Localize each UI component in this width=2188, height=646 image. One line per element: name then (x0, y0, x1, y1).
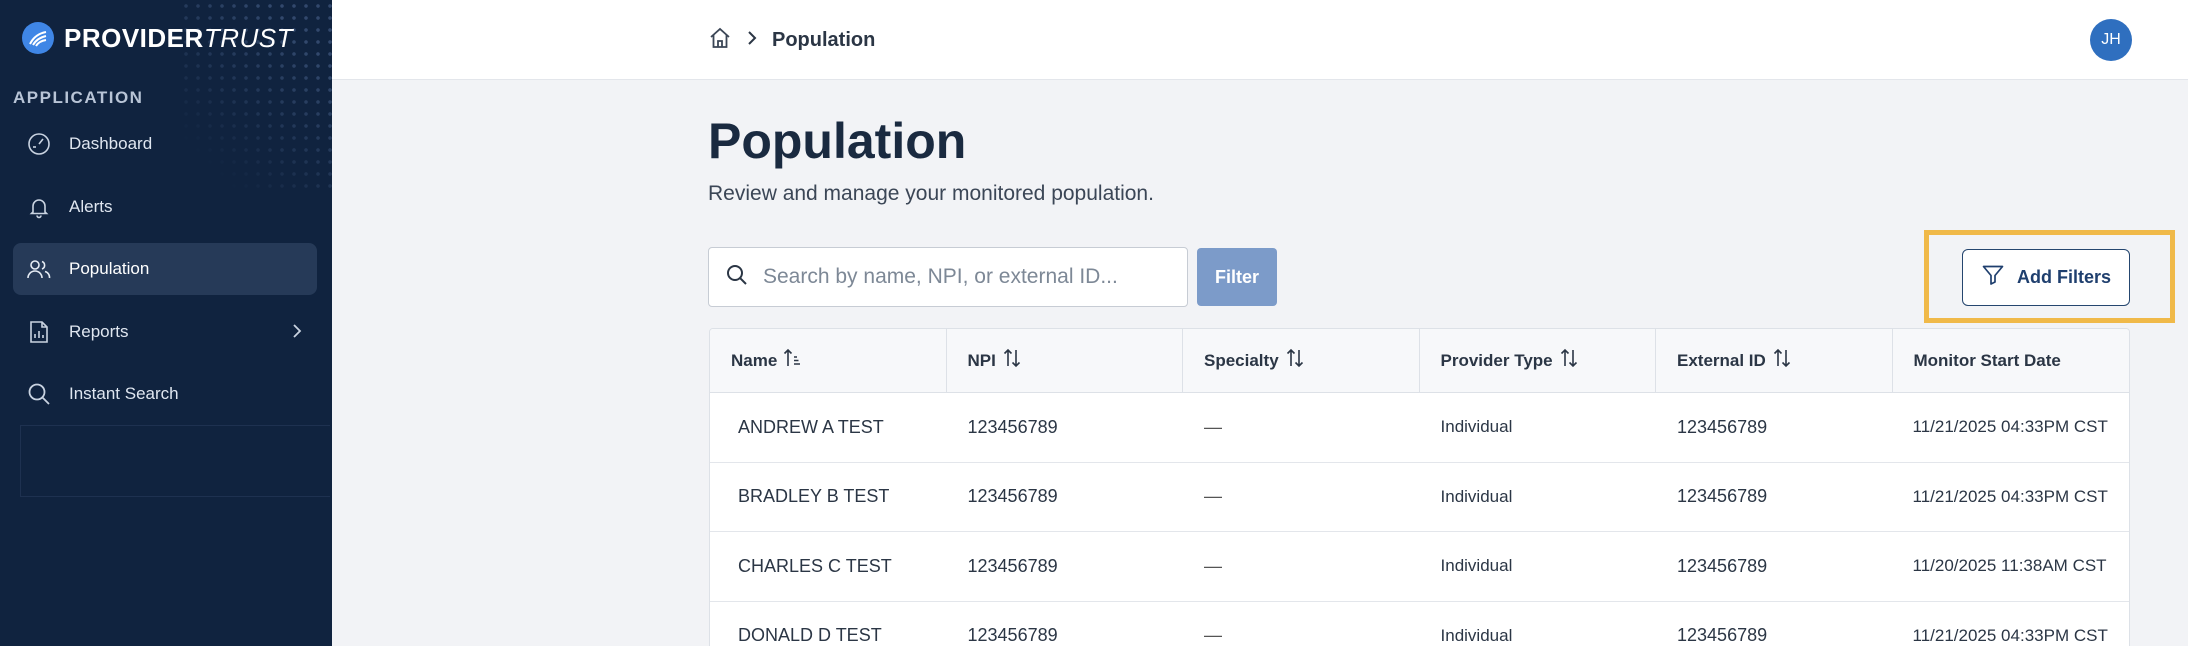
bell-icon (25, 193, 53, 221)
sidebar-empty-slot (20, 425, 330, 497)
brand-logo[interactable]: PROVIDERTRUST (22, 22, 293, 54)
sidebar-nav: Dashboard Alerts Population Reports Inst… (13, 118, 317, 431)
column-header-npi[interactable]: NPI (947, 329, 1183, 392)
add-filters-button[interactable]: Add Filters (1962, 249, 2130, 306)
users-icon (25, 255, 53, 283)
table-row[interactable]: DONALD D TEST 123456789 — Individual 123… (710, 602, 2129, 646)
column-header-name[interactable]: Name (710, 329, 947, 392)
cell-provider-type: Individual (1440, 625, 1513, 645)
cell-specialty: — (1204, 416, 1223, 437)
logo-mark-icon (22, 22, 54, 54)
column-label: Name (731, 350, 778, 370)
cell-provider-type: Individual (1440, 486, 1513, 506)
breadcrumb-current: Population (772, 29, 876, 51)
cell-npi: 123456789 (967, 625, 1058, 646)
column-label: Monitor Start Date (1913, 350, 2061, 370)
column-label: External ID (1677, 350, 1766, 370)
cell-external-id: 123456789 (1677, 486, 1768, 507)
funnel-icon (1981, 263, 2005, 292)
cell-name: ANDREW A TEST (738, 416, 884, 437)
cell-name: DONALD D TEST (738, 625, 882, 646)
cell-npi: 123456789 (967, 486, 1058, 507)
cell-specialty: — (1204, 486, 1223, 507)
column-header-monitor-start-date[interactable]: Monitor Start Date (1893, 329, 2130, 392)
sidebar: PROVIDERTRUST APPLICATION Dashboard Aler… (0, 0, 332, 646)
column-header-specialty[interactable]: Specialty (1183, 329, 1420, 392)
search-input[interactable] (763, 265, 1163, 289)
sort-icon[interactable] (1002, 348, 1022, 373)
sort-ascending-icon[interactable] (783, 348, 801, 373)
sort-icon[interactable] (1285, 348, 1305, 373)
report-icon (25, 318, 53, 346)
avatar[interactable]: JH (2090, 19, 2132, 61)
sidebar-item-population[interactable]: Population (13, 243, 317, 295)
chevron-right-icon (291, 322, 303, 345)
column-header-external-id[interactable]: External ID (1656, 329, 1893, 392)
population-table: Name NPI Specialty Provider Type Externa… (709, 328, 2130, 646)
table-row[interactable]: CHARLES C TEST 123456789 — Individual 12… (710, 532, 2129, 602)
sort-icon[interactable] (1772, 348, 1792, 373)
cell-external-id: 123456789 (1677, 555, 1768, 576)
sidebar-item-alerts[interactable]: Alerts (13, 181, 317, 233)
sidebar-section-label: APPLICATION (13, 88, 144, 107)
sidebar-item-dashboard[interactable]: Dashboard (13, 118, 317, 170)
top-bar: Population JH (332, 0, 2188, 80)
brand-name: PROVIDERTRUST (64, 23, 293, 54)
column-label: Provider Type (1440, 350, 1553, 370)
table-row[interactable]: BRADLEY B TEST 123456789 — Individual 12… (710, 463, 2129, 532)
cell-monitor-start-date: 11/21/2025 04:33PM CST (1912, 417, 2108, 437)
table-row[interactable]: ANDREW A TEST 123456789 — Individual 123… (710, 393, 2129, 463)
breadcrumb: Population (708, 26, 875, 55)
cell-name: BRADLEY B TEST (738, 486, 890, 507)
cell-monitor-start-date: 11/21/2025 04:33PM CST (1912, 625, 2108, 645)
sidebar-item-label: Instant Search (69, 384, 179, 403)
sidebar-item-label: Population (69, 259, 150, 278)
sidebar-item-label: Reports (69, 321, 129, 341)
sort-icon[interactable] (1559, 348, 1579, 373)
search-icon (25, 380, 53, 408)
page-subtitle: Review and manage your monitored populat… (708, 182, 1154, 205)
home-icon[interactable] (708, 26, 732, 55)
dashboard-icon (25, 130, 53, 158)
filter-button[interactable]: Filter (1197, 248, 1277, 306)
chevron-right-icon (746, 29, 758, 52)
search-icon (725, 263, 749, 292)
table-header: Name NPI Specialty Provider Type Externa… (710, 329, 2129, 393)
cell-provider-type: Individual (1440, 417, 1513, 437)
add-filters-label: Add Filters (2016, 267, 2111, 287)
sidebar-item-label: Alerts (69, 196, 113, 216)
brand-name-bold: PROVIDER (64, 22, 204, 53)
column-label: NPI (967, 350, 996, 370)
sidebar-item-instant-search[interactable]: Instant Search (13, 368, 317, 420)
cell-provider-type: Individual (1440, 556, 1513, 576)
search-box (708, 247, 1188, 307)
cell-npi: 123456789 (967, 416, 1058, 437)
cell-external-id: 123456789 (1677, 625, 1768, 646)
brand-name-italic: TRUST (203, 22, 293, 53)
cell-name: CHARLES C TEST (738, 555, 892, 576)
cell-monitor-start-date: 11/21/2025 04:33PM CST (1912, 486, 2108, 506)
cell-monitor-start-date: 11/20/2025 11:38AM CST (1912, 556, 2107, 576)
cell-npi: 123456789 (967, 555, 1058, 576)
sidebar-item-label: Dashboard (69, 134, 153, 153)
cell-specialty: — (1204, 625, 1223, 646)
cell-external-id: 123456789 (1677, 416, 1768, 437)
sidebar-item-reports[interactable]: Reports (13, 306, 317, 358)
page-title: Population (708, 113, 967, 169)
column-label: Specialty (1204, 350, 1279, 370)
column-header-provider-type[interactable]: Provider Type (1420, 329, 1656, 392)
cell-specialty: — (1204, 555, 1223, 576)
